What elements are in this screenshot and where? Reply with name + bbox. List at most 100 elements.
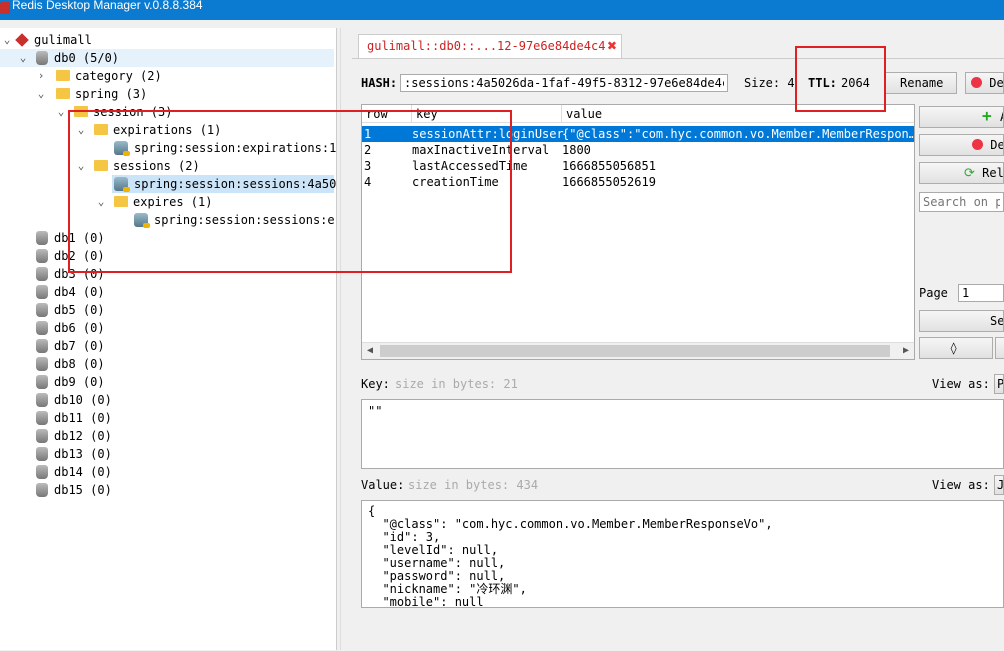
database-icon [36, 338, 48, 353]
key-icon [134, 212, 150, 228]
table-row[interactable]: 2 maxInactiveInterval 1800 [362, 142, 914, 158]
folder-icon [74, 106, 88, 117]
tree-folder-expirations[interactable]: ⌄ expirations (1) [0, 121, 336, 139]
tree-folder-expires[interactable]: ⌄ expires (1) [0, 193, 336, 211]
reload-button[interactable]: ⟳ Rel [919, 162, 1004, 184]
tree-db4[interactable]: db4 (0) [0, 283, 336, 301]
database-icon [36, 50, 48, 65]
close-icon[interactable]: ✖ [607, 36, 617, 55]
column-header-value[interactable]: value [562, 105, 914, 123]
tree-db11[interactable]: db11 (0) [0, 409, 336, 427]
chevron-down-icon[interactable]: ⌄ [56, 103, 66, 121]
database-icon [36, 302, 48, 317]
tab-label: gulimall::db0::...12-97e6e84de4c4 [367, 39, 606, 53]
tree-db8[interactable]: db8 (0) [0, 355, 336, 373]
value-size-hint: size in bytes: 434 [408, 478, 539, 492]
database-icon [36, 428, 48, 443]
database-icon [36, 320, 48, 335]
tree-db14[interactable]: db14 (0) [0, 463, 336, 481]
tree-db9[interactable]: db9 (0) [0, 373, 336, 391]
tree-db3[interactable]: db3 (0) [0, 265, 336, 283]
chevron-down-icon[interactable]: ⌄ [96, 193, 106, 211]
ttl-value: 2064 [841, 76, 870, 90]
database-icon [36, 284, 48, 299]
chevron-down-icon[interactable]: ⌄ [76, 121, 86, 139]
tree-db6[interactable]: db6 (0) [0, 319, 336, 337]
delete-key-button[interactable]: De [965, 72, 1004, 94]
value-view-as-select[interactable]: J [994, 475, 1004, 495]
tree-db13[interactable]: db13 (0) [0, 445, 336, 463]
table-row[interactable]: 1 sessionAttr:loginUser {"@class":"com.h… [362, 126, 914, 142]
tree-db10[interactable]: db10 (0) [0, 391, 336, 409]
table-row[interactable]: 3 lastAccessedTime 1666855056851 [362, 158, 914, 174]
column-header-row[interactable]: row [362, 105, 412, 123]
folder-icon [94, 160, 108, 171]
set-page-button[interactable]: Se [919, 310, 1004, 332]
delete-row-button[interactable]: De [919, 134, 1004, 156]
connection-tree[interactable]: ⌄ gulimall ⌄ db0 (5/0) › category (2) ⌄ … [0, 28, 337, 650]
database-icon [36, 374, 48, 389]
key-size-hint: size in bytes: 21 [395, 377, 518, 391]
database-icon [36, 356, 48, 371]
tree-db12[interactable]: db12 (0) [0, 427, 336, 445]
database-icon [36, 392, 48, 407]
key-editor-label: Key: [361, 377, 390, 391]
rename-button[interactable]: Rename [885, 72, 957, 94]
database-icon [36, 266, 48, 281]
database-icon [36, 230, 48, 245]
value-view-as-label: View as: [932, 478, 990, 492]
key-icon [114, 176, 130, 192]
key-view-as-select[interactable]: P [994, 374, 1004, 394]
value-editor-text[interactable]: { "@class": "com.hyc.common.vo.Member.Me… [361, 500, 1004, 608]
search-input[interactable] [919, 192, 1004, 212]
delete-icon [972, 139, 983, 150]
delete-icon [971, 77, 982, 88]
scroll-right-icon[interactable]: ▶ [898, 343, 914, 359]
horizontal-scrollbar[interactable]: ◀ ▶ [362, 342, 914, 359]
tree-key-expirations[interactable]: spring:session:expirations:1 [0, 139, 336, 157]
tree-db5[interactable]: db5 (0) [0, 301, 336, 319]
tree-db1[interactable]: db1 (0) [0, 229, 336, 247]
scrollbar-thumb[interactable] [380, 345, 890, 357]
tree-server-gulimall[interactable]: ⌄ gulimall [0, 31, 336, 49]
page-label: Page [919, 286, 948, 300]
tree-key-expires[interactable]: spring:session:sessions:e [0, 211, 336, 229]
table-row[interactable]: 4 creationTime 1666855052619 [362, 174, 914, 190]
tree-folder-sessions[interactable]: ⌄ sessions (2) [0, 157, 336, 175]
window-title: Redis Desktop Manager v.0.8.8.384 [12, 0, 203, 12]
folder-icon [56, 88, 70, 99]
chevron-down-icon[interactable]: ⌄ [18, 49, 28, 67]
chevron-right-icon[interactable]: › [36, 67, 46, 85]
title-bar: Redis Desktop Manager v.0.8.8.384 [0, 0, 1004, 20]
tree-db2[interactable]: db2 (0) [0, 247, 336, 265]
tree-folder-category[interactable]: › category (2) [0, 67, 336, 85]
tree-db15[interactable]: db15 (0) [0, 481, 336, 499]
folder-icon [56, 70, 70, 81]
key-type-label: HASH: [361, 76, 398, 90]
tree-db0[interactable]: ⌄ db0 (5/0) [0, 49, 334, 67]
hash-table[interactable]: row key value 1 sessionAttr:loginUser {"… [361, 104, 915, 360]
app-icon [0, 2, 10, 14]
folder-icon [114, 196, 128, 207]
key-view-as-label: View as: [932, 377, 990, 391]
chevron-down-icon[interactable]: ⌄ [36, 85, 46, 103]
tab-key-view[interactable]: gulimall::db0::...12-97e6e84de4c4 ✖ [358, 34, 622, 59]
chevron-down-icon[interactable]: ⌄ [2, 31, 12, 49]
plus-icon: + [982, 106, 992, 125]
tree-folder-spring[interactable]: ⌄ spring (3) [0, 85, 336, 103]
database-icon [36, 464, 48, 479]
tree-key-sessions-selected[interactable]: spring:session:sessions:4a50 [112, 175, 336, 193]
prev-page-button[interactable]: ◊ [919, 337, 993, 359]
scroll-left-icon[interactable]: ◀ [362, 343, 378, 359]
column-header-key[interactable]: key [412, 105, 562, 123]
database-icon [36, 410, 48, 425]
key-name-field[interactable] [400, 74, 728, 92]
add-row-button[interactable]: + A [919, 106, 1004, 128]
tree-folder-session[interactable]: ⌄ session (3) [0, 103, 336, 121]
key-editor-text[interactable]: "" [361, 399, 1004, 469]
tree-db7[interactable]: db7 (0) [0, 337, 336, 355]
chevron-down-icon[interactable]: ⌄ [76, 157, 86, 175]
page-input[interactable] [958, 284, 1004, 302]
next-page-button[interactable] [995, 337, 1004, 359]
ttl-label: TTL: [808, 76, 837, 90]
